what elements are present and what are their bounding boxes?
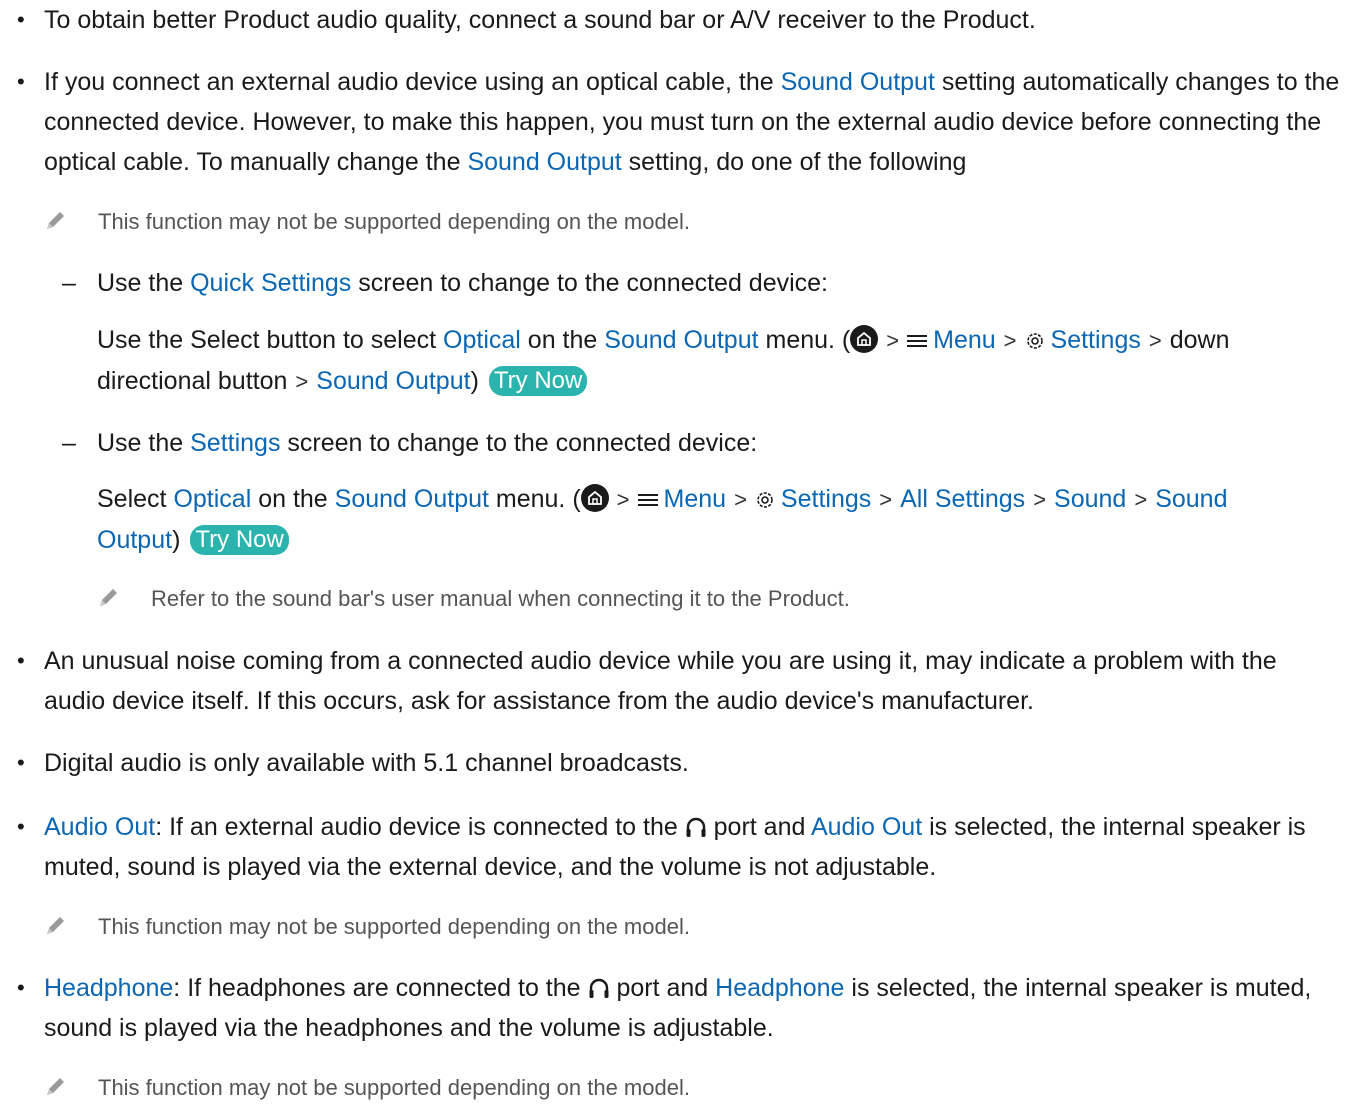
option-intro: Use the Settings screen to change to the… [97, 423, 1327, 463]
home-icon [580, 484, 609, 512]
sound-output-link[interactable]: Sound Output [316, 367, 470, 395]
sound-output-link[interactable]: Sound Output [781, 68, 935, 96]
item-text: Audio Out: If an external audio device i… [44, 807, 1344, 887]
pencil-icon [47, 212, 64, 229]
note-text: This function may not be supported depen… [98, 1075, 690, 1100]
option-text: Use the Select button to select Optical … [97, 320, 1327, 402]
menu-icon [637, 494, 658, 506]
text-run: : If an external audio device is connect… [155, 813, 685, 841]
gear-icon [1026, 333, 1043, 349]
text-run: setting, do one of the following [621, 148, 967, 176]
settings-link[interactable]: Settings [781, 485, 871, 513]
path-separator: > [734, 487, 747, 512]
pencil-icon [47, 1078, 64, 1095]
menu-link[interactable]: Menu [933, 326, 996, 354]
text-run: on the [251, 485, 335, 513]
settings-link[interactable]: Settings [190, 429, 280, 457]
text-run: Select [97, 485, 174, 513]
sound-output-link[interactable]: Sound Output [335, 485, 489, 513]
headphone-icon [686, 817, 706, 837]
bullet: • [17, 750, 25, 775]
item-text: An unusual noise coming from a connected… [44, 647, 1277, 715]
path-separator: > [616, 487, 630, 512]
sound-output-link[interactable]: Output [97, 526, 172, 554]
optical-link[interactable]: Optical [443, 326, 521, 354]
manual-page: • To obtain better Product audio quality… [0, 0, 1365, 1102]
audio-out-link[interactable]: Audio Out [811, 813, 922, 841]
text-run: menu. ( [758, 326, 851, 354]
bullet: • [17, 814, 25, 839]
item-text: Headphone: If headphones are connected t… [44, 968, 1344, 1048]
note-text: This function may not be supported depen… [98, 209, 690, 234]
audio-out-link[interactable]: Audio Out [44, 813, 155, 841]
text-run: screen to change to the connected device… [280, 429, 758, 457]
sound-output-link[interactable]: Sound Output [604, 326, 758, 354]
pencil-icon [100, 589, 117, 606]
text-run: : If headphones are connected to the [173, 974, 588, 1002]
bullet: • [17, 69, 25, 94]
try-now-button[interactable]: Try Now [190, 525, 289, 555]
option-intro: Use the Quick Settings screen to change … [97, 263, 1327, 303]
item-text: If you connect an external audio device … [44, 62, 1344, 182]
path-separator: > [1148, 328, 1162, 353]
item-text: Digital audio is only available with 5.1… [44, 749, 689, 777]
pencil-icon [47, 917, 64, 934]
text-run: Use the [97, 269, 191, 297]
try-now-button[interactable]: Try Now [488, 366, 588, 396]
path-separator: > [295, 369, 309, 394]
text-run: port and [706, 813, 811, 841]
all-settings-link[interactable]: All Settings [900, 485, 1025, 513]
text-run: ) [470, 367, 479, 395]
bullet: • [17, 7, 25, 32]
sound-output-link[interactable]: Sound [1155, 485, 1227, 513]
sound-output-link[interactable]: Sound Output [467, 148, 621, 176]
text-run: menu. ( [488, 485, 581, 513]
quick-settings-link[interactable]: Quick Settings [190, 269, 351, 297]
headphone-link[interactable]: Headphone [715, 974, 844, 1002]
bullet: • [17, 648, 25, 673]
note-text: This function may not be supported depen… [98, 914, 690, 939]
text-run: port and [609, 974, 716, 1002]
dash: – [62, 269, 76, 297]
note-text: Refer to the sound bar's user manual whe… [151, 586, 850, 611]
settings-link[interactable]: Settings [1051, 326, 1141, 354]
home-icon [850, 325, 879, 353]
text-run: Use the [97, 429, 191, 457]
optical-link[interactable]: Optical [173, 485, 251, 513]
bullet: • [17, 975, 25, 1000]
menu-icon [907, 335, 928, 347]
path-separator: > [879, 487, 893, 512]
text-run: Use the Select button to select [97, 326, 444, 354]
dash: – [62, 429, 76, 457]
headphone-icon [589, 978, 608, 998]
text-run: screen to change to the connected device… [351, 269, 829, 297]
option-text: Select Optical on the Sound Output menu.… [97, 479, 1327, 560]
path-separator: > [1134, 487, 1148, 512]
path-separator: > [886, 328, 900, 353]
text-run: on the [520, 326, 605, 354]
headphone-link[interactable]: Headphone [44, 974, 173, 1002]
path-separator: > [1033, 487, 1047, 512]
text-run: ) [172, 526, 181, 554]
item-text: To obtain better Product audio quality, … [44, 6, 1036, 34]
menu-link[interactable]: Menu [664, 485, 727, 513]
path-separator: > [1003, 328, 1017, 353]
gear-icon [757, 492, 773, 508]
text-run: If you connect an external audio device … [44, 68, 781, 96]
sound-link[interactable]: Sound [1054, 485, 1126, 513]
